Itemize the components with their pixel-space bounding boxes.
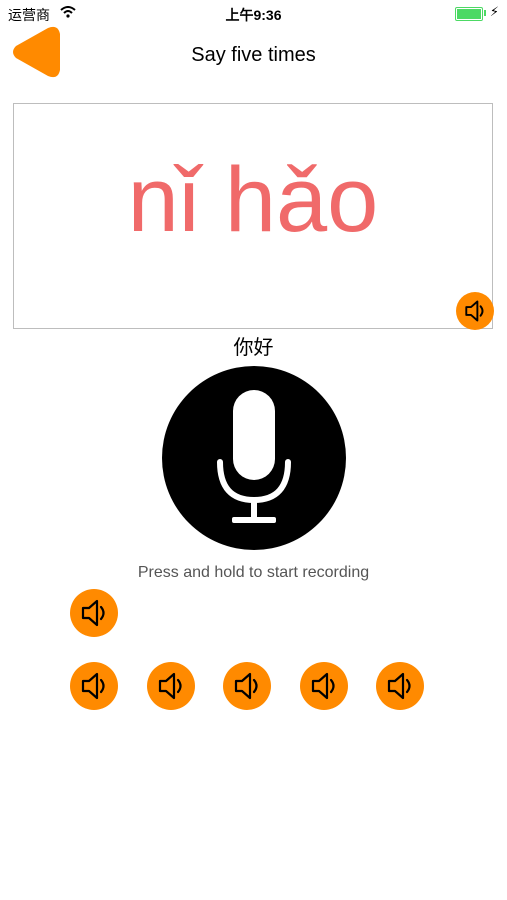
play-attempt-1-button[interactable]	[70, 662, 118, 710]
play-recording-button[interactable]	[70, 589, 118, 637]
page-title: Say five times	[191, 44, 316, 66]
play-attempt-3-button[interactable]	[223, 662, 271, 710]
status-bar: 运营商 上午9:36 ⚡	[0, 0, 507, 28]
charging-icon: ⚡	[489, 4, 499, 19]
clock: 上午9:36	[225, 7, 282, 23]
speaker-icon	[81, 672, 105, 700]
pinyin-card: nǐ hǎo	[13, 103, 493, 329]
speaker-icon	[234, 672, 258, 700]
play-attempt-4-button[interactable]	[300, 662, 348, 710]
speaker-icon	[81, 599, 105, 627]
play-attempt-2-button[interactable]	[147, 662, 195, 710]
speaker-icon	[387, 672, 411, 700]
speaker-icon	[465, 300, 484, 322]
battery-tip	[484, 10, 486, 16]
battery-icon	[455, 7, 483, 21]
pinyin-text: nǐ hǎo	[127, 149, 379, 251]
play-pronunciation-button[interactable]	[456, 292, 494, 330]
record-hint: Press and hold to start recording	[137, 564, 370, 581]
record-button[interactable]	[162, 366, 346, 550]
speaker-icon	[311, 672, 335, 700]
microphone-icon	[217, 390, 291, 523]
play-attempt-5-button[interactable]	[376, 662, 424, 710]
speaker-icon	[158, 672, 182, 700]
hanzi-text: 你好	[233, 337, 274, 359]
